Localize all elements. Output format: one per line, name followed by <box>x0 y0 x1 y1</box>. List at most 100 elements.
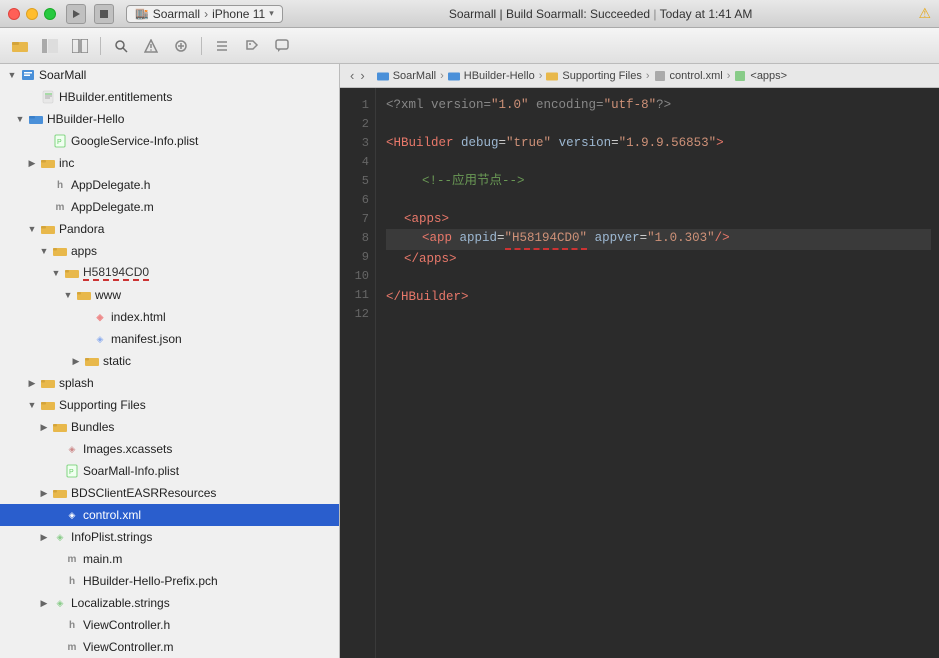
traffic-lights <box>8 8 56 20</box>
strings2-icon: ◈ <box>52 595 68 611</box>
run-button[interactable] <box>66 4 86 24</box>
hbuilder-close-tag: </HBuilder> <box>386 288 469 307</box>
sidebar-item-appdelegate-m[interactable]: m AppDelegate.m <box>0 196 339 218</box>
comment-toolbar-button[interactable] <box>270 34 294 58</box>
sidebar-label-soarmall: SoarMall <box>39 68 86 82</box>
toggle-localizable[interactable] <box>36 595 52 611</box>
xml-small-icon <box>654 70 666 82</box>
toggle-bdsclient[interactable] <box>36 485 52 501</box>
toggle-supporting[interactable] <box>24 397 40 413</box>
sidebar-item-supporting-files[interactable]: Supporting Files <box>0 394 339 416</box>
close-button[interactable] <box>8 8 20 20</box>
toggle-h58[interactable] <box>48 265 64 281</box>
sidebar-label-inc: inc <box>59 156 74 170</box>
toggle-inc[interactable] <box>24 155 40 171</box>
maximize-button[interactable] <box>44 8 56 20</box>
sidebar-item-soarmall[interactable]: SoarMall <box>0 64 339 86</box>
sidebar-item-localizable[interactable]: ◈ Localizable.strings <box>0 592 339 614</box>
strings-icon: ◈ <box>52 529 68 545</box>
sidebar-item-inc[interactable]: inc <box>0 152 339 174</box>
breadcrumb-item-hbuilder[interactable]: HBuilder-Hello <box>448 70 535 82</box>
code-line-5: <!--应用节点--> <box>386 172 931 191</box>
folder-static-icon <box>84 353 100 369</box>
toggle-hbuilder-hello[interactable] <box>12 111 28 127</box>
code-line-4 <box>386 153 931 172</box>
search-toolbar-button[interactable] <box>109 34 133 58</box>
sidebar-item-pandora[interactable]: Pandora <box>0 218 339 240</box>
sidebar-item-apps[interactable]: apps <box>0 240 339 262</box>
separator <box>100 37 101 55</box>
sidebar-label-hbuilder-hello: HBuilder-Hello <box>47 112 124 126</box>
sidebar-item-h58194cd0[interactable]: H58194CD0 <box>0 262 339 284</box>
back-button[interactable]: ‹ <box>348 68 356 83</box>
folder-toolbar-button[interactable] <box>8 34 32 58</box>
folder-pandora-icon <box>40 221 56 237</box>
svg-text:P: P <box>57 139 62 146</box>
toggle-splash[interactable] <box>24 375 40 391</box>
sidebar-label-main-m: main.m <box>83 552 122 566</box>
code-line-7: <apps> <box>386 210 931 229</box>
sidebar-item-hbuilder-hello[interactable]: HBuilder-Hello <box>0 108 339 130</box>
code-line-1: <?xml version="1.0" encoding="utf-8"?> <box>386 96 931 115</box>
code-area: 1 2 3 4 5 6 7 8 9 10 11 12 <?xml versi <box>340 88 939 658</box>
code-line-9: </apps> <box>386 250 931 269</box>
sidebar-item-control-xml[interactable]: ◈ control.xml <box>0 504 339 526</box>
stop-button[interactable] <box>94 4 114 24</box>
sidebar-item-index-html[interactable]: ◈ index.html <box>0 306 339 328</box>
toggle-infoplist[interactable] <box>36 529 52 545</box>
toggle-apps[interactable] <box>36 243 52 259</box>
folder-bundles-icon <box>52 419 68 435</box>
sidebar-item-appdelegate-h[interactable]: h AppDelegate.h <box>0 174 339 196</box>
folder-yellow-small-icon <box>546 70 558 82</box>
toggle-pandora[interactable] <box>24 221 40 237</box>
sidebar-label-h58194cd0: H58194CD0 <box>83 265 149 281</box>
tag-toolbar-button[interactable] <box>240 34 264 58</box>
toggle-soarmall[interactable] <box>4 67 20 83</box>
main-content: SoarMall HBuilder.entitlements HBuilder-… <box>0 64 939 658</box>
sidebar-item-viewcontroller-m[interactable]: m ViewController.m <box>0 636 339 658</box>
code-line-2 <box>386 115 931 134</box>
code-editor[interactable]: 1 2 3 4 5 6 7 8 9 10 11 12 <?xml versi <box>340 88 939 658</box>
sidebar-item-entitlements[interactable]: HBuilder.entitlements <box>0 86 339 108</box>
sidebar-item-viewcontroller-h[interactable]: h ViewController.h <box>0 614 339 636</box>
sidebar-item-main-m[interactable]: m main.m <box>0 548 339 570</box>
code-line-12 <box>386 307 931 326</box>
list-toolbar-button[interactable] <box>210 34 234 58</box>
sidebar-item-hbuilder-prefix[interactable]: h HBuilder-Hello-Prefix.pch <box>0 570 339 592</box>
folder-apps-icon <box>52 243 68 259</box>
comment-text: <!--应用节点--> <box>422 172 525 191</box>
hide-navigator-button[interactable] <box>38 34 62 58</box>
sidebar-label-infoplist-strings: InfoPlist.strings <box>71 530 152 544</box>
folder-small-icon <box>377 70 389 82</box>
sidebar-item-bdsclient[interactable]: BDSClientEASRResources <box>0 482 339 504</box>
toggle-www[interactable] <box>60 287 76 303</box>
warning-toolbar-button[interactable] <box>139 34 163 58</box>
sidebar-item-soarmall-info[interactable]: P SoarMall-Info.plist <box>0 460 339 482</box>
sidebar-label-index-html: index.html <box>111 310 166 324</box>
split-editor-button[interactable] <box>68 34 92 58</box>
sidebar-item-bundles[interactable]: Bundles <box>0 416 339 438</box>
sidebar-label-viewcontroller-h: ViewController.h <box>83 618 170 632</box>
sidebar-item-static[interactable]: static <box>0 350 339 372</box>
sidebar-item-manifest-json[interactable]: ◈ manifest.json <box>0 328 339 350</box>
sidebar-label-pandora: Pandora <box>59 222 104 236</box>
breadcrumb-item-controlxml[interactable]: control.xml <box>654 70 723 82</box>
folder-supporting-icon <box>40 397 56 413</box>
minimize-button[interactable] <box>26 8 38 20</box>
sidebar-item-www[interactable]: www <box>0 284 339 306</box>
toggle-bundles[interactable] <box>36 419 52 435</box>
toggle-static[interactable] <box>68 353 84 369</box>
sidebar-item-xcassets[interactable]: ◈ Images.xcassets <box>0 438 339 460</box>
sidebar-item-infoplist-strings[interactable]: ◈ InfoPlist.strings <box>0 526 339 548</box>
sep3: › <box>646 70 650 82</box>
html-file-icon: ◈ <box>92 309 108 325</box>
sidebar-label-entitlements: HBuilder.entitlements <box>59 90 172 104</box>
forward-button[interactable]: › <box>358 68 366 83</box>
breadcrumb-item-apps-tag[interactable]: <apps> <box>734 70 787 82</box>
sidebar-item-googleservice[interactable]: P GoogleService-Info.plist <box>0 130 339 152</box>
fix-toolbar-button[interactable] <box>169 34 193 58</box>
scheme-selector[interactable]: 🏬 Soarmall › iPhone 11 ▾ <box>126 5 283 23</box>
sidebar-item-splash[interactable]: splash <box>0 372 339 394</box>
breadcrumb-item-supporting[interactable]: Supporting Files <box>546 70 642 82</box>
breadcrumb-item-soarmall[interactable]: SoarMall <box>377 70 436 82</box>
